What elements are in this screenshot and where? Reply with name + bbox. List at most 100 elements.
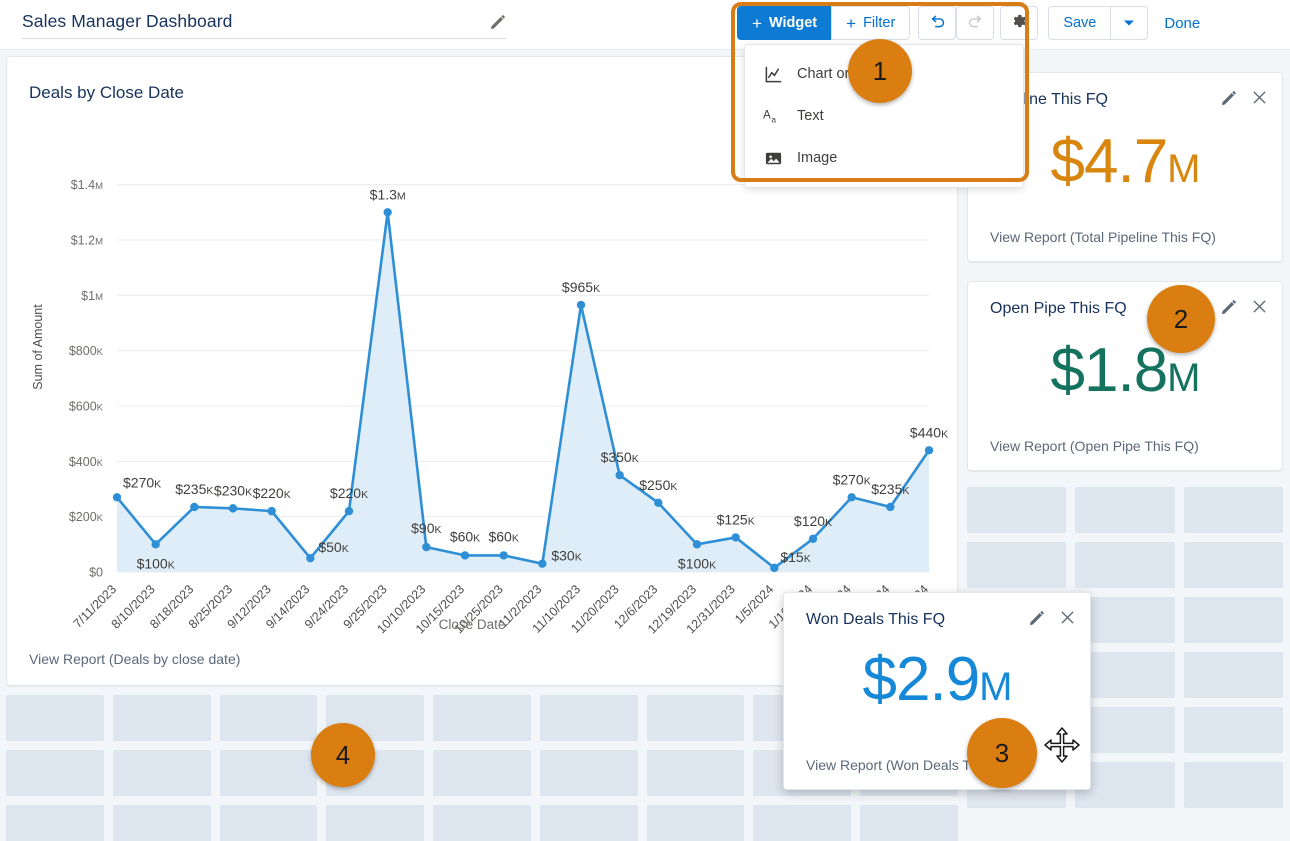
grid-cell[interactable] — [433, 750, 531, 796]
grid-cell[interactable] — [1183, 597, 1283, 643]
save-button[interactable]: Save — [1048, 6, 1112, 40]
close-icon[interactable] — [1059, 609, 1076, 626]
kpi-unit: M — [979, 665, 1012, 709]
grid-cell[interactable] — [967, 487, 1067, 533]
line-chart-icon — [763, 64, 783, 84]
page-title: Sales Manager Dashboard — [22, 11, 233, 31]
kpi-amount: $4.7 — [1050, 127, 1169, 196]
kpi-value: $1.8M — [968, 340, 1282, 402]
redo-button[interactable] — [956, 6, 995, 40]
plus-icon: + — [846, 13, 857, 33]
chart-plot-area: $1.4M $1.2M $1M $800K $600K $400K $200K $0 $270K… — [7, 117, 959, 662]
grid-cell[interactable] — [219, 805, 318, 841]
grid-cell[interactable] — [646, 750, 745, 796]
grid-cell[interactable] — [6, 695, 104, 741]
callout-marker-1: 1 — [848, 39, 912, 103]
svg-text:$60K: $60K — [450, 528, 480, 544]
grid-cell[interactable] — [1183, 652, 1283, 698]
done-button[interactable]: Done — [1164, 15, 1200, 32]
kpi-title: Open Pipe This FQ — [990, 300, 1127, 317]
view-report-link[interactable]: View Report (Open Pipe This FQ) — [990, 438, 1199, 454]
add-filter-button[interactable]: + Filter — [831, 6, 911, 40]
redo-icon — [967, 13, 984, 34]
callout-number: 2 — [1173, 303, 1189, 334]
widget-actions — [1220, 89, 1268, 106]
callout-number: 3 — [994, 737, 1010, 768]
grid-cell[interactable] — [753, 805, 852, 841]
save-label: Save — [1063, 15, 1097, 31]
widget-actions — [1028, 609, 1076, 626]
svg-text:$0: $0 — [89, 566, 103, 580]
grid-cell[interactable] — [1183, 542, 1283, 588]
grid-cell[interactable] — [112, 695, 211, 741]
grid-cell[interactable] — [326, 805, 425, 841]
grid-cell[interactable] — [6, 750, 104, 796]
grid-cell[interactable] — [539, 805, 638, 841]
close-icon[interactable] — [1251, 298, 1268, 315]
svg-text:$600K: $600K — [69, 400, 104, 414]
svg-text:$350K: $350K — [601, 449, 639, 465]
pencil-icon[interactable] — [490, 14, 506, 30]
pencil-icon[interactable] — [1220, 89, 1237, 106]
menu-item-label: Image — [797, 150, 838, 166]
grid-cell[interactable] — [6, 805, 104, 841]
grid-cell[interactable] — [112, 805, 211, 841]
svg-text:$400K: $400K — [69, 455, 104, 469]
grid-cell[interactable] — [646, 695, 745, 741]
grid-cell[interactable] — [539, 695, 638, 741]
grid-cell[interactable] — [433, 695, 531, 741]
svg-text:$965K: $965K — [562, 279, 600, 295]
kpi-unit: M — [1167, 356, 1200, 400]
dashboard-settings-button[interactable] — [1000, 6, 1039, 40]
view-report-link[interactable]: View Report (Total Pipeline This FQ) — [990, 229, 1216, 245]
grid-cell[interactable] — [860, 805, 958, 841]
svg-text:$235K: $235K — [175, 481, 213, 497]
callout-marker-3: 3 — [967, 718, 1037, 788]
grid-cell[interactable] — [646, 805, 745, 841]
svg-text:$230K: $230K — [214, 482, 252, 498]
add-widget-button[interactable]: + Widget — [737, 6, 833, 40]
svg-text:$235K: $235K — [871, 481, 909, 497]
gear-icon — [1010, 12, 1028, 34]
grid-cell[interactable] — [1183, 762, 1283, 808]
svg-text:$800K: $800K — [69, 344, 104, 358]
callout-number: 1 — [872, 55, 888, 86]
grid-cell[interactable] — [1183, 487, 1283, 533]
grid-cell[interactable] — [1183, 707, 1283, 753]
grid-cell[interactable] — [1075, 487, 1175, 533]
top-toolbar: Sales Manager Dashboard + Widget + Filte… — [0, 0, 1290, 50]
pencil-icon[interactable] — [1028, 609, 1045, 626]
grid-cell[interactable] — [219, 750, 318, 796]
grid-cell[interactable] — [219, 695, 318, 741]
callout-marker-4: 4 — [311, 723, 375, 787]
y-axis-title: Sum of Amount — [31, 304, 45, 390]
grid-cell[interactable] — [433, 805, 531, 841]
callout-marker-2: 2 — [1147, 285, 1215, 353]
add-widget-label: Widget — [768, 15, 818, 31]
svg-text:$1M: $1M — [81, 289, 103, 303]
grid-cell[interactable] — [112, 750, 211, 796]
menu-item-image[interactable]: Image — [745, 137, 1023, 179]
undo-button[interactable] — [918, 6, 957, 40]
dashboard-builder-page: Sales Manager Dashboard + Widget + Filte… — [0, 0, 1290, 841]
image-icon — [763, 148, 783, 168]
save-options-button[interactable] — [1110, 6, 1149, 40]
view-report-link[interactable]: View Report (Deals by close date) — [29, 651, 240, 667]
svg-text:$90K: $90K — [411, 520, 441, 536]
kpi-value: $2.9M — [784, 649, 1090, 711]
svg-text:A: A — [763, 109, 771, 122]
kpi-widget-open-pipe-this-fq[interactable]: Open Pipe This FQ $1.8M View Report (Ope… — [967, 281, 1283, 471]
grid-cell[interactable] — [1075, 542, 1175, 588]
chevron-down-icon — [1123, 15, 1135, 31]
widget-actions — [1220, 298, 1268, 315]
line-chart-svg: $1.4M $1.2M $1M $800K $600K $400K $200K $0 $270K… — [69, 178, 948, 636]
close-icon[interactable] — [1251, 89, 1268, 106]
pencil-icon[interactable] — [1220, 298, 1237, 315]
svg-text:$125K: $125K — [717, 511, 755, 527]
menu-item-label: Text — [797, 108, 824, 124]
dashboard-title-field[interactable]: Sales Manager Dashboard — [22, 11, 506, 39]
grid-cell[interactable] — [967, 542, 1067, 588]
kpi-unit: M — [1167, 147, 1200, 191]
grid-cell[interactable] — [539, 750, 638, 796]
chart-title: Deals by Close Date — [29, 83, 184, 102]
